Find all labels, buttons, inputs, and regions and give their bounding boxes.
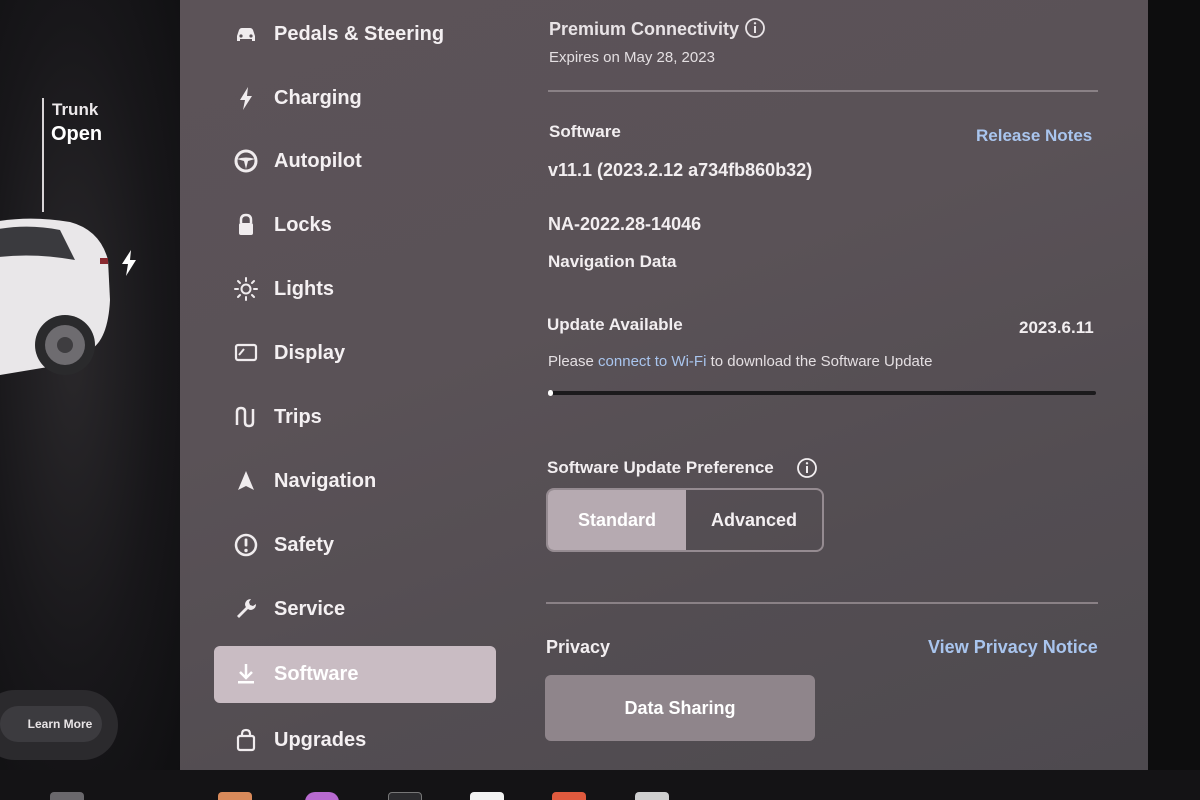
sidebar-item-label: Pedals & Steering bbox=[274, 23, 445, 45]
bolt-icon bbox=[240, 87, 252, 110]
sun-icon bbox=[234, 277, 258, 301]
sidebar-item-label: Lights bbox=[274, 278, 334, 300]
navigation-data-label: Navigation Data bbox=[548, 252, 677, 271]
sidebar-item-navigation[interactable]: Navigation bbox=[214, 453, 496, 509]
sidebar-item-label: Service bbox=[274, 598, 346, 620]
dock-app-icon[interactable] bbox=[388, 792, 422, 800]
update-progress-bar bbox=[548, 390, 1096, 396]
sidebar-item-service[interactable]: Service bbox=[214, 581, 496, 637]
connect-wifi-link[interactable]: connect to Wi-Fi bbox=[598, 353, 706, 370]
alert-circle-icon bbox=[234, 533, 258, 557]
release-notes-link[interactable]: Release Notes bbox=[976, 126, 1092, 146]
update-message: Please connect to Wi-Fi to download the … bbox=[548, 353, 932, 370]
dock-app-icon[interactable] bbox=[470, 792, 504, 800]
sidebar-item-label: Charging bbox=[274, 87, 362, 109]
sidebar-item-label: Upgrades bbox=[274, 729, 367, 751]
bag-icon bbox=[236, 728, 256, 752]
data-sharing-button[interactable]: Data Sharing bbox=[545, 675, 815, 741]
screen-bezel bbox=[1148, 0, 1200, 800]
update-message-suffix: to download the Software Update bbox=[710, 353, 933, 370]
update-version: 2023.6.11 bbox=[1019, 318, 1094, 337]
wrench-icon bbox=[237, 599, 256, 618]
sidebar-item-lights[interactable]: Lights bbox=[214, 261, 496, 317]
sidebar-item-label: Safety bbox=[274, 534, 335, 556]
section-divider bbox=[548, 90, 1098, 92]
sidebar-item-software[interactable]: Software bbox=[214, 646, 496, 703]
charging-bolt-icon bbox=[122, 250, 136, 276]
sidebar-item-upgrades[interactable]: Upgrades bbox=[214, 712, 496, 768]
dock-app-icon[interactable] bbox=[218, 792, 252, 800]
sidebar-item-display[interactable]: Display bbox=[214, 325, 496, 381]
software-title: Software bbox=[549, 122, 621, 141]
sidebar-item-locks[interactable]: Locks bbox=[214, 197, 496, 253]
navigation-data-version: NA-2022.28-14046 bbox=[548, 214, 702, 234]
preference-advanced-option[interactable]: Advanced bbox=[686, 490, 822, 550]
update-message-prefix: Please bbox=[548, 353, 594, 370]
sidebar-item-autopilot[interactable]: Autopilot bbox=[214, 133, 496, 189]
update-available-title: Update Available bbox=[547, 315, 683, 334]
info-icon[interactable] bbox=[796, 457, 818, 479]
dock-app-icon[interactable] bbox=[552, 792, 586, 800]
sidebar-item-label: Trips bbox=[274, 406, 322, 428]
navigation-arrow-icon bbox=[238, 471, 254, 490]
download-icon bbox=[238, 664, 254, 684]
section-divider bbox=[546, 602, 1098, 604]
sidebar-item-label: Autopilot bbox=[274, 150, 362, 172]
sidebar-item-trips[interactable]: Trips bbox=[214, 389, 496, 445]
preference-standard-option[interactable]: Standard bbox=[548, 490, 686, 550]
vehicle-panel: Trunk Open Learn More bbox=[0, 0, 182, 770]
trunk-label: Trunk bbox=[52, 100, 99, 119]
car-image bbox=[0, 218, 110, 375]
sidebar-item-label: Navigation bbox=[274, 470, 377, 492]
learn-more-button[interactable]: Learn More bbox=[0, 706, 102, 742]
steering-wheel-icon bbox=[234, 149, 258, 173]
trunk-status[interactable]: Open bbox=[51, 123, 102, 146]
car-icon bbox=[237, 28, 255, 41]
trips-icon bbox=[235, 406, 255, 428]
info-icon[interactable] bbox=[744, 17, 766, 39]
sidebar-item-label: Display bbox=[274, 342, 346, 364]
sidebar-item-pedals-steering[interactable]: Pedals & Steering bbox=[214, 6, 496, 62]
dock-app-icon[interactable] bbox=[305, 792, 339, 800]
sidebar-item-safety[interactable]: Safety bbox=[214, 517, 496, 573]
sidebar-item-label: Locks bbox=[274, 214, 332, 236]
update-preference-title: Software Update Preference bbox=[547, 458, 774, 477]
software-version: v11.1 (2023.2.12 a734fb860b32) bbox=[548, 160, 813, 180]
dock-app-icon[interactable] bbox=[50, 792, 84, 800]
lock-icon bbox=[239, 213, 253, 235]
dock-app-icon[interactable] bbox=[635, 792, 669, 800]
view-privacy-notice-link[interactable]: View Privacy Notice bbox=[928, 637, 1098, 658]
connectivity-title: Premium Connectivity bbox=[549, 19, 740, 39]
privacy-title: Privacy bbox=[546, 637, 611, 657]
display-icon bbox=[234, 343, 258, 362]
sidebar-item-label: Software bbox=[274, 663, 359, 685]
update-preference-toggle: Standard Advanced bbox=[546, 488, 824, 552]
sidebar-item-charging[interactable]: Charging bbox=[214, 70, 496, 126]
connectivity-expiry: Expires on May 28, 2023 bbox=[549, 49, 715, 66]
bottom-dock bbox=[0, 770, 1200, 800]
trunk-indicator-line bbox=[42, 98, 44, 212]
